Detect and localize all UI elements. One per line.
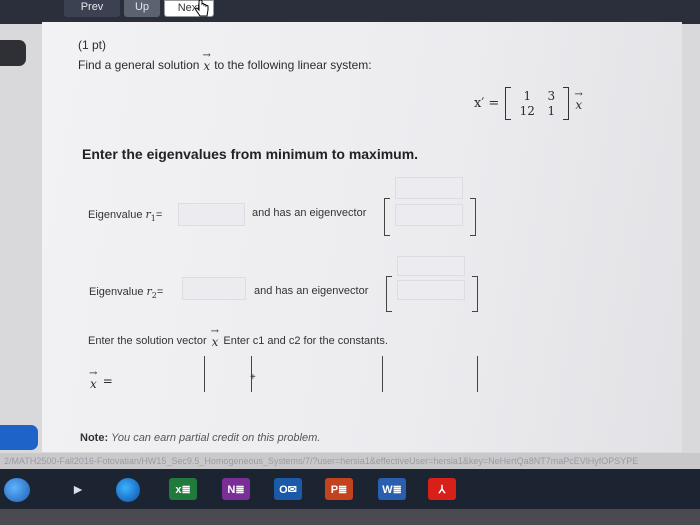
plus-sign: + <box>250 372 256 383</box>
url-strip: 2/MATH2500-Fall2016-Fotovatian/HW15_Sec9… <box>0 453 700 469</box>
eigenvector-1-left-bracket <box>384 198 390 236</box>
sidebar-tab[interactable] <box>0 40 26 66</box>
screen-bezel <box>0 509 700 525</box>
eigenvector-2-bottom-input[interactable] <box>397 280 465 300</box>
matrix-cell: 1 <box>547 104 556 118</box>
eigenvector-2-right-bracket <box>472 276 478 312</box>
solution-term-2-input[interactable] <box>382 356 478 392</box>
media-player-icon[interactable]: ► <box>64 478 92 500</box>
credit-note: Note: You can earn partial credit on thi… <box>80 432 321 444</box>
prompt-text-after: to the following linear system: <box>214 57 372 72</box>
matrix-cell: 3 <box>547 89 556 103</box>
eigenvector-1-bottom-input[interactable] <box>395 204 463 226</box>
eigenvector-2-left-bracket <box>386 276 392 312</box>
vector-derivative: x′ = <box>474 96 500 111</box>
points-label: (1 pt) <box>78 38 107 52</box>
solution-label: Enter the solution vector → x Enter c1 an… <box>88 326 388 349</box>
eigenvalue-heading: Enter the eigenvalues from minimum to ma… <box>82 146 419 162</box>
problem-prompt: Find a general solution → x to the follow… <box>78 50 372 73</box>
solution-vector-symbol: → x = <box>89 368 113 391</box>
firefox-icon[interactable] <box>116 478 140 502</box>
coefficient-matrix: 1 3 12 1 <box>505 87 570 120</box>
onenote-icon[interactable]: N≣ <box>222 478 250 500</box>
eigenvalue-2-input[interactable] <box>182 277 246 300</box>
outlook-icon[interactable]: O✉ <box>274 478 302 500</box>
vector-x-symbol: → x <box>210 326 220 349</box>
eigenvector-2-label: and has an eigenvector <box>254 285 369 297</box>
matrix-cell: 12 <box>519 104 535 118</box>
hand-cursor-icon <box>195 0 209 17</box>
prev-button[interactable]: Prev <box>64 0 120 17</box>
eigenvector-1-top-input[interactable] <box>395 177 463 199</box>
windows-start-icon[interactable] <box>4 478 30 502</box>
eigenvector-2-top-input[interactable] <box>397 256 465 276</box>
excel-icon[interactable]: x≣ <box>169 478 197 500</box>
eigenvector-1-right-bracket <box>470 198 476 236</box>
linear-system: x′ = 1 3 12 1 → x <box>474 87 583 120</box>
word-icon[interactable]: W≣ <box>378 478 406 500</box>
acrobat-icon[interactable]: ⅄ <box>428 478 456 500</box>
vector-x-symbol: → x <box>202 50 211 73</box>
prompt-text-before: Find a general solution <box>78 57 200 72</box>
matrix-cell: 1 <box>523 89 532 103</box>
vector-x-symbol: → x <box>574 89 583 112</box>
eigenvector-1-label: and has an eigenvector <box>252 207 367 219</box>
sidebar-blue-tab[interactable] <box>0 425 38 450</box>
up-button[interactable]: Up <box>124 0 160 17</box>
eigenvalue-1-label: Eigenvalue r1= <box>88 208 163 224</box>
eigenvalue-2-label: Eigenvalue r2= <box>89 285 164 301</box>
solution-term-1-input[interactable] <box>204 356 252 392</box>
problem-panel: (1 pt) Find a general solution → x to the… <box>42 22 682 452</box>
eigenvalue-1-input[interactable] <box>178 203 245 226</box>
powerpoint-icon[interactable]: P≣ <box>325 478 353 500</box>
